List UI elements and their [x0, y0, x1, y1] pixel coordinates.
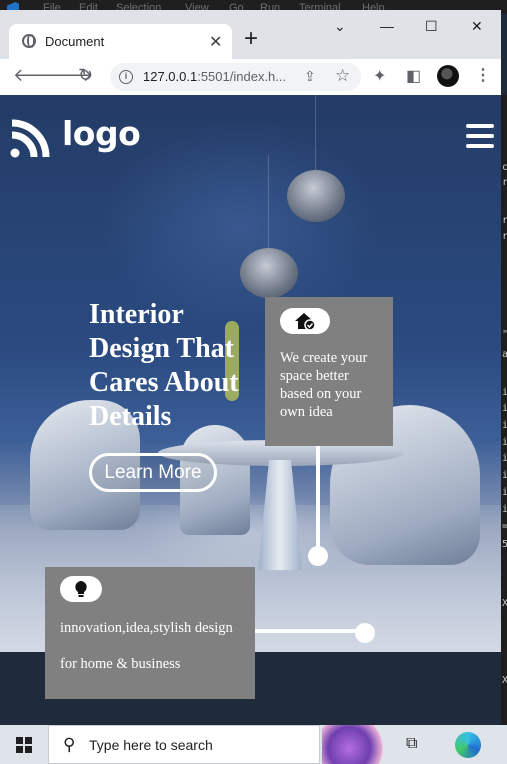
tab-title: Document [45, 34, 105, 49]
url-text[interactable]: 127.0.0.1:5501/index.h... [143, 69, 286, 84]
page-viewport: logo Interior Design That Cares About De… [0, 95, 501, 725]
editor-char: " [502, 329, 507, 340]
lamp-cord [268, 155, 269, 250]
editor-char: X [502, 675, 507, 686]
browser-tab[interactable]: Document ✕ [9, 24, 232, 59]
lightbulb-badge [60, 576, 102, 602]
connector-dot [308, 546, 328, 566]
info-icon[interactable]: i [119, 70, 133, 84]
maximize-button[interactable]: ☐ [425, 18, 438, 35]
lightbulb-icon [75, 581, 87, 597]
editor-char: i [502, 437, 507, 448]
lamp-cord [315, 95, 316, 175]
taskview-icon[interactable]: ⧉ [406, 735, 417, 753]
close-window-button[interactable]: ✕ [471, 18, 483, 35]
editor-char: 5 [502, 539, 507, 550]
windows-taskbar: ⚲ Type here to search ⧉ [0, 725, 507, 764]
tab-close-icon[interactable]: ✕ [209, 32, 222, 52]
editor-char: X [502, 598, 507, 609]
pendant-lamp [287, 170, 345, 222]
card-text: We create your space better based on you… [280, 350, 368, 420]
url-host: 127.0.0.1 [143, 69, 198, 84]
table-stem [258, 460, 302, 570]
star-icon[interactable]: ☆ [335, 66, 350, 86]
taskbar-search-box[interactable]: ⚲ Type here to search [48, 725, 320, 764]
wifi-logo-icon [10, 119, 50, 158]
home-check-badge [280, 308, 330, 334]
share-icon[interactable]: ⇪ [304, 68, 316, 85]
editor-char: = [502, 521, 507, 532]
editor-char: i [502, 504, 507, 515]
avatar-icon[interactable] [437, 65, 459, 87]
sidepanel-icon[interactable]: ◧ [406, 66, 421, 86]
pendant-lamp [240, 248, 298, 298]
reload-icon[interactable]: ↻ [78, 65, 93, 86]
learn-more-button[interactable]: Learn More [89, 453, 217, 492]
home-check-icon [295, 313, 316, 330]
site-logo[interactable]: logo [62, 114, 141, 153]
connector-dot [355, 623, 375, 643]
editor-char: r [502, 215, 507, 226]
editor-char: i [502, 403, 507, 414]
connector-line [316, 446, 320, 552]
extensions-icon[interactable]: ✦ [373, 66, 386, 86]
editor-char: i [502, 420, 507, 431]
editor-char: c [502, 162, 507, 173]
new-tab-button[interactable]: + [244, 27, 258, 51]
menu-kebab-icon[interactable]: ⋮ [475, 65, 491, 85]
hero-headline: Interior Design That Cares About Details [89, 299, 239, 432]
vscode-editor-edge: c r r r " a i i i i i i i i = 5 X X [501, 95, 507, 725]
browser-toolbar: 🡐 🡒 ↻ i 127.0.0.1:5501/index.h... ⇪ ☆ ✦ … [0, 59, 501, 95]
globe-icon [22, 34, 36, 48]
browser-window: Document ✕ + ⌄ — ☐ ✕ 🡐 🡒 ↻ i 127.0.0.1:5… [0, 10, 501, 95]
minimize-button[interactable]: — [380, 18, 394, 34]
connector-line [255, 629, 361, 633]
address-bar[interactable]: i 127.0.0.1:5501/index.h... ⇪ ☆ [110, 63, 361, 91]
editor-char: i [502, 387, 507, 398]
feature-card-innovation: innovation,idea,stylish design for home … [45, 567, 255, 699]
feature-card-space: We create your space better based on you… [265, 297, 393, 446]
edge-icon[interactable] [455, 732, 481, 758]
search-placeholder: Type here to search [89, 737, 213, 753]
hamburger-icon[interactable] [466, 124, 494, 150]
tab-search-chevron-icon[interactable]: ⌄ [334, 18, 346, 35]
editor-char: r [502, 177, 507, 188]
editor-char: r [502, 231, 507, 242]
card-text-line1: innovation,idea,stylish design [60, 620, 233, 636]
editor-char: i [502, 470, 507, 481]
search-icon: ⚲ [63, 735, 76, 754]
search-highlight-art [322, 725, 390, 764]
editor-char: i [502, 487, 507, 498]
windows-logo-icon[interactable] [16, 737, 32, 753]
editor-char: i [502, 453, 507, 464]
card-text-line2: for home & business [60, 656, 181, 672]
editor-char: a [502, 349, 507, 360]
url-path: :5501/index.h... [197, 69, 287, 84]
